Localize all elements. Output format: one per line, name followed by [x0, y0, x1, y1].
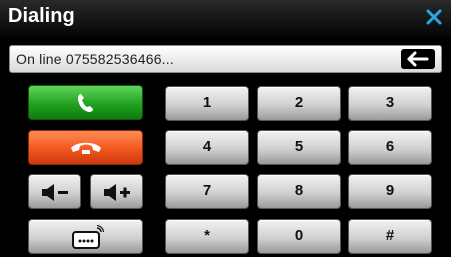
volume-down-button[interactable]: [28, 174, 81, 209]
key-9[interactable]: 9: [348, 174, 432, 209]
key-3[interactable]: 3: [348, 86, 432, 121]
window-title: Dialing: [8, 5, 75, 27]
title-bar: Dialing: [0, 0, 451, 37]
backspace-button[interactable]: [401, 49, 435, 69]
key-0[interactable]: 0: [257, 219, 341, 254]
close-icon[interactable]: [425, 8, 443, 26]
hangup-button[interactable]: [28, 130, 143, 165]
key-5[interactable]: 5: [257, 130, 341, 165]
volume-up-icon: [104, 184, 130, 201]
key-2[interactable]: 2: [257, 86, 341, 121]
key-label: 5: [294, 138, 304, 155]
key-label: 4: [202, 138, 212, 155]
key-4[interactable]: 4: [165, 130, 249, 165]
keypad-toggle-icon: [72, 225, 104, 249]
call-status-text: On line 075582536466...: [16, 51, 174, 67]
key-label: 6: [385, 138, 395, 155]
volume-down-icon: [42, 184, 68, 201]
key-label: 7: [202, 182, 212, 199]
key-hash[interactable]: #: [348, 219, 432, 254]
key-label: 2: [294, 94, 304, 111]
key-7[interactable]: 7: [165, 174, 249, 209]
key-label: *: [204, 227, 210, 244]
key-1[interactable]: 1: [165, 86, 249, 121]
key-label: 3: [385, 94, 395, 111]
phone-call-icon: [78, 94, 93, 112]
key-label: #: [385, 227, 395, 244]
call-button[interactable]: [28, 85, 143, 120]
key-label: 9: [385, 182, 395, 199]
phone-hangup-icon: [71, 142, 101, 154]
key-6[interactable]: 6: [348, 130, 432, 165]
dial-display: On line 075582536466...: [9, 45, 442, 73]
key-label: 1: [202, 94, 212, 111]
backspace-arrow-icon: [407, 51, 429, 67]
keypad-toggle-button[interactable]: [28, 219, 143, 254]
key-label: 8: [294, 182, 304, 199]
volume-up-button[interactable]: [90, 174, 143, 209]
key-label: 0: [294, 227, 304, 244]
key-8[interactable]: 8: [257, 174, 341, 209]
key-star[interactable]: *: [165, 219, 249, 254]
